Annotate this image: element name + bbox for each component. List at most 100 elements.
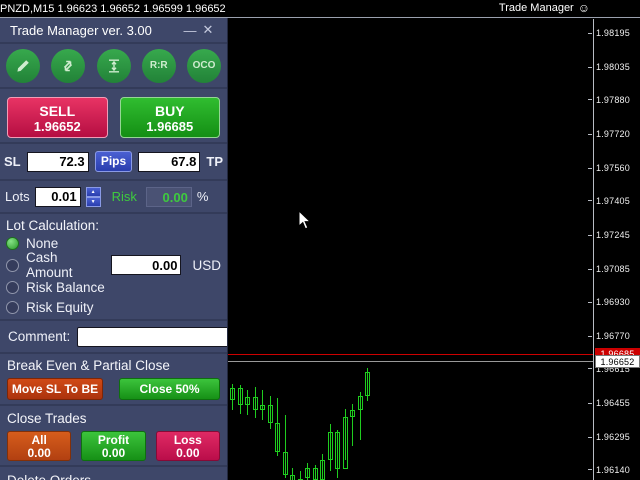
candle-body (357, 395, 363, 411)
chart-topbar: PNZD,M15 1.96623 1.96652 1.96599 1.96652… (0, 0, 640, 18)
candle-body (252, 396, 258, 411)
candle-body (245, 396, 250, 406)
edit-pencil-button[interactable] (6, 48, 40, 83)
move-sl-to-be-button[interactable]: Move SL To BE (7, 378, 103, 400)
oco-button[interactable]: OCO (187, 48, 221, 83)
symbol-ohlc-info: PNZD,M15 1.96623 1.96652 1.96599 1.96652 (0, 3, 226, 15)
candle-body (305, 467, 310, 479)
buy-price: 1.96685 (146, 119, 194, 134)
sell-price: 1.96652 (33, 119, 81, 134)
sl-tp-row: SL Pips TP (0, 144, 227, 181)
smiley-icon: ☺ (577, 1, 590, 15)
y-axis-tick: 1.96770 (588, 331, 630, 341)
close-trades-section: Close Trades All 0.00 Profit 0.00 Loss 0… (0, 406, 227, 467)
pencil-icon (17, 59, 29, 72)
risk-label: Risk (111, 189, 137, 204)
oco-label: OCO (192, 60, 216, 71)
close-loss-value: 0.00 (176, 446, 200, 460)
y-axis-tick: 1.97880 (588, 95, 630, 105)
radio-unselected-icon[interactable] (6, 258, 19, 272)
candle-body (230, 388, 235, 400)
risk-reward-button[interactable]: R:R (141, 48, 176, 83)
option-cash-label: Cash Amount (26, 250, 73, 280)
y-axis-tick: 1.97560 (588, 163, 630, 173)
sl-label: SL (4, 154, 21, 169)
buy-button[interactable]: BUY 1.96685 (119, 97, 220, 138)
y-axis-tick: 1.96455 (588, 398, 630, 408)
candle-body (267, 405, 273, 424)
lot-calculation-header: Lot Calculation: (6, 218, 100, 233)
risk-value-field: 0.00 (145, 186, 192, 207)
close-loss-button[interactable]: Loss 0.00 (155, 431, 220, 461)
close-button[interactable]: ✕ (199, 22, 217, 38)
pips-toggle-button[interactable]: Pips (94, 151, 133, 172)
candle-body (327, 431, 333, 461)
close-profit-button[interactable]: Profit 0.00 (81, 431, 146, 461)
radio-option-risk-balance[interactable]: Risk Balance (6, 277, 221, 297)
close-trades-header: Close Trades (7, 411, 87, 426)
y-axis-tick: 1.96140 (588, 465, 630, 475)
candle-body (342, 416, 348, 469)
candle-body (237, 388, 243, 406)
swap-arrows-button[interactable] (51, 48, 86, 83)
y-axis-tick: 1.96295 (588, 432, 630, 442)
tp-label: TP (206, 154, 223, 169)
option-risk-balance-label: Risk Balance (26, 279, 105, 295)
stepper-up-icon[interactable]: ▲ (85, 186, 101, 197)
close-all-button[interactable]: All 0.00 (7, 431, 72, 461)
candle-body (365, 372, 370, 396)
swap-arrows-icon (64, 60, 73, 71)
minimize-button[interactable]: — (181, 23, 199, 38)
panel-title: Trade Manager ver. 3.00 (10, 22, 152, 38)
delete-orders-section: Delete Orders (0, 467, 227, 480)
break-even-header: Break Even & Partial Close (7, 358, 170, 373)
y-axis-tick: 1.97720 (588, 129, 630, 139)
break-even-section: Break Even & Partial Close Move SL To BE… (0, 354, 227, 406)
candle-body (260, 405, 265, 411)
y-axis-tick: 1.97405 (588, 196, 630, 206)
mt4-window: PNZD,M15 1.96623 1.96652 1.96599 1.96652… (0, 0, 640, 480)
close-all-value: 0.00 (27, 446, 51, 460)
y-axis-tick: 1.97245 (588, 230, 630, 240)
trade-manager-panel: Trade Manager ver. 3.00 — ✕ R:R OCO SELL… (0, 18, 228, 480)
lots-label: Lots (5, 189, 30, 204)
y-axis-tick: 1.96930 (588, 297, 630, 307)
sell-label: SELL (39, 103, 76, 119)
bid-price-tag: 1.96652 (595, 355, 640, 369)
sell-button[interactable]: SELL 1.96652 (7, 97, 108, 138)
comment-row: Comment: (0, 321, 227, 354)
close-50-button[interactable]: Close 50% (119, 378, 220, 400)
rr-label: R:R (149, 60, 168, 71)
candle-body (312, 467, 318, 480)
y-axis-tick: 1.98195 (588, 28, 630, 38)
indicator-label: Trade Manager ☺ (499, 2, 590, 14)
sl-input[interactable] (26, 151, 89, 172)
stepper-down-icon[interactable]: ▼ (85, 196, 101, 207)
y-axis-line (593, 19, 594, 480)
trade-buttons-row: SELL 1.96652 BUY 1.96685 (0, 89, 227, 144)
radio-unselected-icon[interactable] (6, 300, 19, 314)
radio-unselected-icon[interactable] (6, 280, 19, 294)
y-axis-tick: 1.98035 (588, 62, 630, 72)
tp-input[interactable] (138, 151, 201, 172)
y-axis-tick: 1.97085 (588, 264, 630, 274)
close-profit-value: 0.00 (101, 446, 126, 460)
comment-input[interactable] (77, 326, 227, 347)
range-height-button[interactable] (96, 48, 131, 83)
radio-option-risk-equity[interactable]: Risk Equity (6, 297, 221, 317)
panel-titlebar[interactable]: Trade Manager ver. 3.00 — ✕ (0, 18, 227, 44)
candle-body (282, 451, 288, 476)
mouse-cursor (298, 210, 312, 230)
vertical-range-icon (108, 59, 119, 72)
indicator-name: Trade Manager (498, 2, 574, 14)
cash-amount-input[interactable] (111, 255, 182, 275)
candle-body (335, 431, 340, 469)
lots-input[interactable] (34, 186, 81, 207)
buy-label: BUY (154, 103, 185, 119)
radio-selected-icon[interactable] (6, 236, 19, 250)
lots-row: Lots ▲ ▼ Risk 0.00 % (0, 181, 227, 214)
candle-body (320, 460, 325, 480)
radio-option-cash-amount[interactable]: Cash Amount USD (6, 250, 221, 280)
lot-calculation-section: Lot Calculation: None Cash Amount USD Ri… (0, 214, 227, 321)
delete-orders-header: Delete Orders (7, 473, 220, 480)
